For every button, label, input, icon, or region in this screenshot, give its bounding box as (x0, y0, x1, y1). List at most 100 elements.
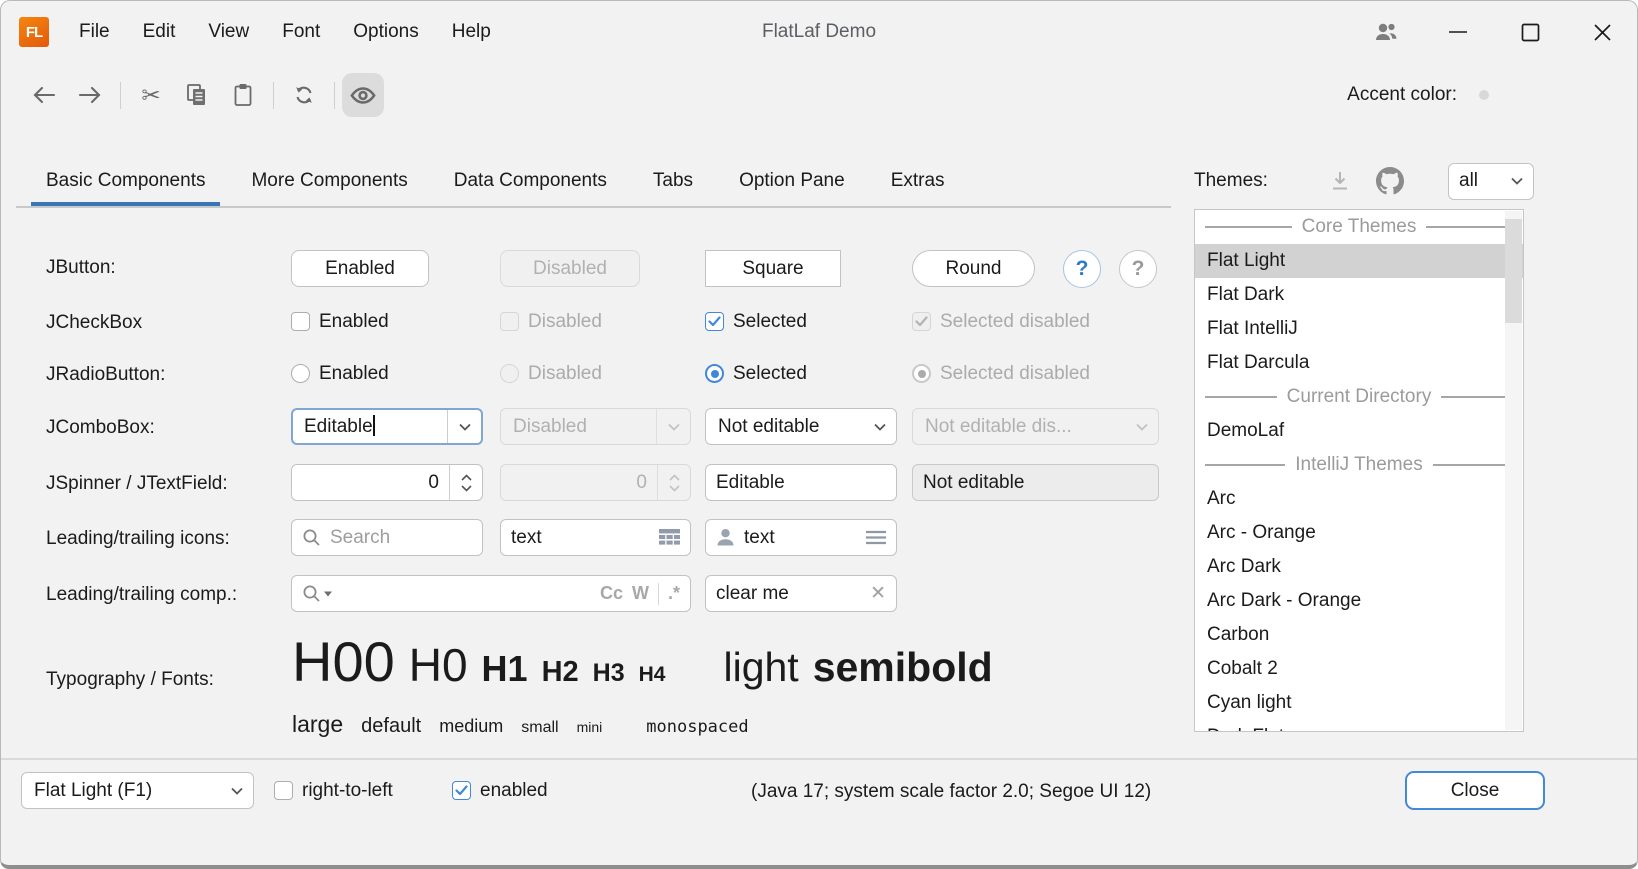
theme-item-flat-darcula[interactable]: Flat Darcula (1195, 346, 1523, 380)
small-sample: small (521, 719, 558, 737)
theme-item-arc-dark[interactable]: Arc Dark (1195, 550, 1523, 584)
round-button[interactable]: Round (912, 250, 1035, 287)
paste-icon[interactable] (220, 73, 266, 117)
h2-sample: H2 (542, 656, 579, 689)
theme-item-flat-light[interactable]: Flat Light (1195, 244, 1523, 278)
close-dialog-button[interactable]: Close (1405, 771, 1545, 810)
toolbar: ✂ (21, 71, 384, 119)
search-field[interactable]: Search (291, 519, 483, 556)
accent-swatch-blue[interactable] (1501, 90, 1511, 100)
themes-header: Themes: all (1194, 156, 1534, 206)
accent-swatch-red[interactable] (1545, 90, 1555, 100)
search-icon[interactable] (302, 584, 321, 603)
theme-item-dark-flat[interactable]: Dark Flat (1195, 720, 1523, 732)
spinner-down-icon[interactable] (461, 485, 472, 492)
textfield-editable[interactable]: Editable (705, 464, 897, 501)
themes-label: Themes: (1194, 170, 1268, 192)
checkbox-checked-icon[interactable] (705, 312, 724, 331)
theme-item-flat-intellij[interactable]: Flat IntelliJ (1195, 312, 1523, 346)
accent-swatch-green[interactable] (1611, 90, 1621, 100)
h00-sample: H00 (292, 629, 395, 694)
download-theme-icon[interactable] (1328, 170, 1352, 192)
checkbox-checked-icon[interactable] (452, 781, 471, 800)
forward-icon[interactable] (67, 73, 113, 117)
clear-icon[interactable]: ✕ (870, 582, 886, 605)
combobox-not-editable[interactable]: Not editable (705, 408, 897, 445)
users-icon[interactable] (1373, 19, 1399, 45)
menu-view[interactable]: View (208, 21, 249, 43)
square-button[interactable]: Square (705, 250, 841, 287)
tab-option-pane[interactable]: Option Pane (724, 156, 860, 206)
tab-extras[interactable]: Extras (876, 156, 960, 206)
dropdown-arrow-icon[interactable] (324, 591, 332, 597)
back-icon[interactable] (21, 73, 67, 117)
themes-filter-combobox[interactable]: all (1448, 163, 1534, 200)
menu-file[interactable]: File (79, 21, 110, 43)
accent-swatch-purple[interactable] (1523, 90, 1533, 100)
minimize-button-icon[interactable] (1445, 19, 1471, 45)
theme-item-cyan-light[interactable]: Cyan light (1195, 686, 1523, 720)
menu-list-icon[interactable] (866, 530, 886, 545)
search-field-with-options[interactable]: Cc W .* (291, 575, 691, 612)
enabled-button[interactable]: Enabled (291, 250, 429, 287)
radio-selected[interactable]: Selected (705, 355, 807, 392)
radio-icon[interactable] (291, 364, 310, 383)
maximize-button-icon[interactable] (1517, 19, 1543, 45)
radio-enabled[interactable]: Enabled (291, 355, 389, 392)
regex-icon[interactable]: .* (668, 583, 680, 604)
match-case-icon[interactable]: Cc (600, 583, 623, 604)
lookandfeel-combobox[interactable]: Flat Light (F1) (21, 772, 254, 809)
menu-help[interactable]: Help (452, 21, 491, 43)
menu-edit[interactable]: Edit (143, 21, 176, 43)
refresh-icon[interactable] (281, 73, 327, 117)
radio-selected-icon[interactable] (705, 364, 724, 383)
theme-item-carbon[interactable]: Carbon (1195, 618, 1523, 652)
radio-disabled: Disabled (500, 355, 602, 392)
enabled-checkbox[interactable]: enabled (452, 772, 548, 809)
checkbox-icon[interactable] (274, 781, 293, 800)
theme-item-flat-dark[interactable]: Flat Dark (1195, 278, 1523, 312)
accent-swatch-default[interactable] (1479, 90, 1489, 100)
help-button-blue[interactable]: ? (1063, 250, 1101, 288)
spinner-enabled[interactable]: 0 (291, 464, 483, 501)
theme-item-cobalt-2[interactable]: Cobalt 2 (1195, 652, 1523, 686)
scrollbar-thumb[interactable] (1505, 219, 1522, 323)
theme-item-arc[interactable]: Arc (1195, 482, 1523, 516)
leading-icons-row-label: Leading/trailing icons: (46, 528, 230, 550)
theme-item-demolaf[interactable]: DemoLaf (1195, 414, 1523, 448)
close-button-icon[interactable] (1589, 19, 1615, 45)
text-field-person-menu[interactable]: text (705, 519, 897, 556)
accent-swatch-yellow[interactable] (1589, 90, 1599, 100)
copy-icon[interactable] (174, 73, 220, 117)
themes-scrollbar[interactable] (1505, 211, 1522, 730)
menu-options[interactable]: Options (353, 21, 418, 43)
spinner-up-icon[interactable] (461, 474, 472, 481)
cut-icon[interactable]: ✂ (128, 73, 174, 117)
radio-selected-disabled: Selected disabled (912, 355, 1090, 392)
github-icon[interactable] (1376, 167, 1404, 195)
theme-item-arc-orange[interactable]: Arc - Orange (1195, 516, 1523, 550)
checkbox-selected[interactable]: Selected (705, 303, 807, 340)
show-hint-eye-icon[interactable] (342, 73, 384, 117)
help-button-gray[interactable]: ? (1119, 250, 1157, 288)
flatlaf-logo-icon: FL (19, 17, 49, 47)
accent-color-bar: Accent color: (1347, 71, 1621, 119)
tab-more-components[interactable]: More Components (236, 156, 422, 206)
window-title: FlatLaf Demo (762, 1, 876, 63)
tab-basic-components[interactable]: Basic Components (31, 156, 220, 206)
table-icon[interactable] (659, 529, 680, 546)
menu-font[interactable]: Font (282, 21, 320, 43)
clearable-field[interactable]: clear me ✕ (705, 575, 897, 612)
radio-icon (500, 364, 519, 383)
tab-data-components[interactable]: Data Components (439, 156, 622, 206)
monospaced-sample: monospaced (646, 717, 748, 737)
right-to-left-checkbox[interactable]: right-to-left (274, 772, 393, 809)
theme-item-arc-dark-orange[interactable]: Arc Dark - Orange (1195, 584, 1523, 618)
combobox-editable[interactable]: Editable (291, 408, 483, 445)
whole-word-icon[interactable]: W (632, 583, 649, 604)
tab-tabs[interactable]: Tabs (638, 156, 708, 206)
text-field-trailing-table[interactable]: text (500, 519, 691, 556)
checkbox-icon[interactable] (291, 312, 310, 331)
accent-swatch-orange[interactable] (1567, 90, 1577, 100)
checkbox-enabled[interactable]: Enabled (291, 303, 389, 340)
